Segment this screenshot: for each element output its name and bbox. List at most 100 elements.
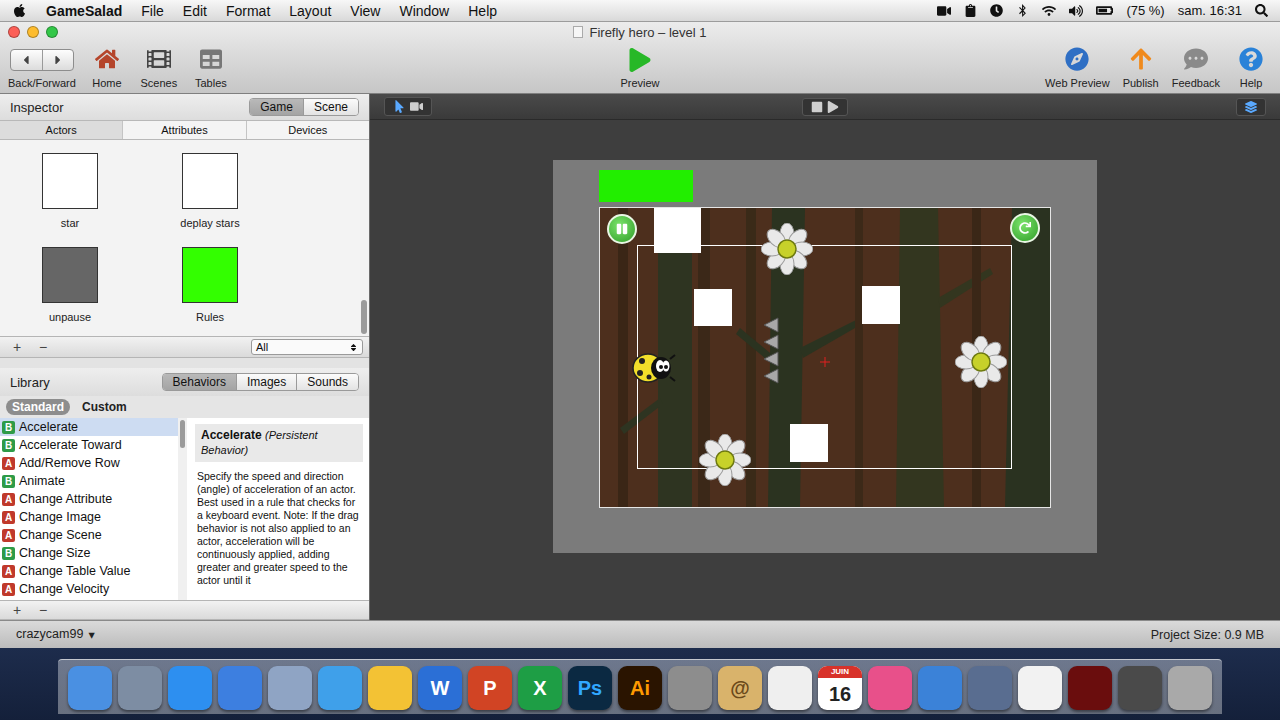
dock-app-icon[interactable] (368, 666, 412, 710)
pointer-tool-icon[interactable] (393, 100, 406, 113)
dock-app-icon[interactable]: JUIN16 (818, 666, 862, 710)
behavior-scrollbar[interactable] (178, 418, 187, 600)
behavior-item[interactable]: AAdd/Remove Row (0, 454, 178, 472)
minimize-button[interactable] (27, 26, 39, 38)
actor-item[interactable]: Rules (140, 247, 280, 341)
actor-thumbnail[interactable] (42, 247, 98, 303)
back-forward-button[interactable]: Back/Forward (8, 46, 76, 89)
zoom-button[interactable] (46, 26, 58, 38)
user-menu[interactable]: crazycam99▾ (16, 627, 95, 642)
behavior-item[interactable]: BAccelerate Toward (0, 436, 178, 454)
stop-icon[interactable] (811, 101, 823, 113)
library-tab[interactable]: Behaviors (163, 374, 236, 390)
menu-item[interactable]: View (350, 3, 380, 19)
recorder-icon[interactable] (937, 4, 951, 18)
flower-actor[interactable] (699, 434, 751, 486)
dock-app-icon[interactable]: @ (718, 666, 762, 710)
menu-item[interactable]: Format (226, 3, 270, 19)
dock-app-icon[interactable] (68, 666, 112, 710)
flower-actor[interactable] (955, 336, 1007, 388)
add-behavior-button[interactable]: + (6, 602, 28, 618)
battery-level[interactable]: (75 %) (1126, 3, 1164, 18)
star-actor[interactable] (862, 286, 900, 324)
pause-button[interactable] (607, 214, 637, 244)
flower-actor[interactable] (761, 223, 813, 275)
actor-item[interactable]: deplay stars (140, 153, 280, 247)
dock-app-icon[interactable]: P (468, 666, 512, 710)
dock-app-icon[interactable] (268, 666, 312, 710)
camera-tool-icon[interactable] (410, 100, 423, 113)
spotlight-icon[interactable] (1255, 4, 1268, 17)
behavior-item[interactable]: AChange Attribute (0, 490, 178, 508)
scenes-button[interactable]: Scenes (138, 46, 180, 89)
close-button[interactable] (8, 26, 20, 38)
star-actor[interactable] (790, 424, 828, 462)
home-button[interactable]: Home (86, 46, 128, 89)
actor-thumbnail[interactable] (182, 247, 238, 303)
actor-thumbnail[interactable] (42, 153, 98, 209)
help-button[interactable]: Help (1230, 46, 1272, 89)
dock-app-icon[interactable]: Ai (618, 666, 662, 710)
scroll-thumb[interactable] (361, 300, 367, 334)
dock-app-icon[interactable] (1018, 666, 1062, 710)
clock[interactable]: sam. 16:31 (1178, 3, 1242, 18)
apple-icon[interactable] (12, 3, 27, 18)
battery-icon[interactable] (1096, 2, 1113, 19)
time-machine-icon[interactable] (990, 4, 1003, 17)
feedback-button[interactable]: Feedback (1172, 46, 1220, 89)
actor-item[interactable]: star (0, 153, 140, 247)
preview-button[interactable]: Preview (619, 46, 661, 89)
clipboard-icon[interactable] (964, 4, 977, 17)
dock-app-icon[interactable]: Ps (568, 666, 612, 710)
dock-app-icon[interactable] (1168, 666, 1212, 710)
dock-app-icon[interactable]: X (518, 666, 562, 710)
web-preview-button[interactable]: Web Preview (1045, 46, 1110, 89)
inspector-tab[interactable]: Attributes (122, 121, 245, 139)
actor-filter-select[interactable]: All (251, 339, 363, 355)
dock-app-icon[interactable] (1118, 666, 1162, 710)
layers-icon[interactable] (1245, 101, 1257, 113)
bluetooth-icon[interactable] (1016, 4, 1029, 17)
ladybug-actor[interactable] (630, 351, 676, 385)
menu-item[interactable]: Help (468, 3, 497, 19)
behavior-item[interactable]: BAccelerate (0, 418, 178, 436)
behavior-item[interactable]: BAnimate (0, 472, 178, 490)
library-group-tab[interactable]: Standard (6, 399, 70, 415)
dock-app-icon[interactable] (118, 666, 162, 710)
add-actor-button[interactable]: + (6, 339, 28, 355)
dock-app-icon[interactable]: W (418, 666, 462, 710)
dock-app-icon[interactable] (918, 666, 962, 710)
volume-icon[interactable] (1069, 4, 1083, 18)
library-tab[interactable]: Images (236, 374, 296, 390)
star-actor[interactable] (654, 208, 701, 253)
restart-button[interactable] (1010, 213, 1040, 243)
inspector-tab[interactable]: Actors (0, 121, 122, 139)
actor-item[interactable]: unpause (0, 247, 140, 341)
dock-app-icon[interactable] (218, 666, 262, 710)
actors-scrollbar[interactable] (359, 140, 369, 336)
library-tab[interactable]: Sounds (296, 374, 358, 390)
behavior-item[interactable]: AChange Velocity (0, 580, 178, 598)
behavior-item[interactable]: BChange Size (0, 544, 178, 562)
inspector-tab[interactable]: Devices (246, 121, 369, 139)
dock-app-icon[interactable] (868, 666, 912, 710)
menu-item[interactable]: File (141, 3, 164, 19)
back-icon[interactable] (11, 50, 42, 70)
scroll-thumb[interactable] (180, 420, 185, 448)
menu-item[interactable]: Window (399, 3, 449, 19)
dock-app-icon[interactable] (318, 666, 362, 710)
star-actor[interactable] (694, 289, 732, 326)
wifi-icon[interactable] (1042, 4, 1056, 18)
menu-item[interactable]: Layout (289, 3, 331, 19)
back-forward-icon[interactable] (10, 49, 74, 71)
mode-button[interactable]: Game (250, 99, 303, 115)
remove-actor-button[interactable]: − (32, 339, 54, 355)
behavior-item[interactable]: AChange Table Value (0, 562, 178, 580)
remove-behavior-button[interactable]: − (32, 602, 54, 618)
app-menu[interactable]: GameSalad (46, 3, 122, 19)
behavior-item[interactable]: AChange Scene (0, 526, 178, 544)
library-group-tab[interactable]: Custom (76, 399, 133, 415)
ladybug-icon[interactable] (630, 351, 676, 385)
dock-app-icon[interactable] (168, 666, 212, 710)
menu-item[interactable]: Edit (183, 3, 207, 19)
